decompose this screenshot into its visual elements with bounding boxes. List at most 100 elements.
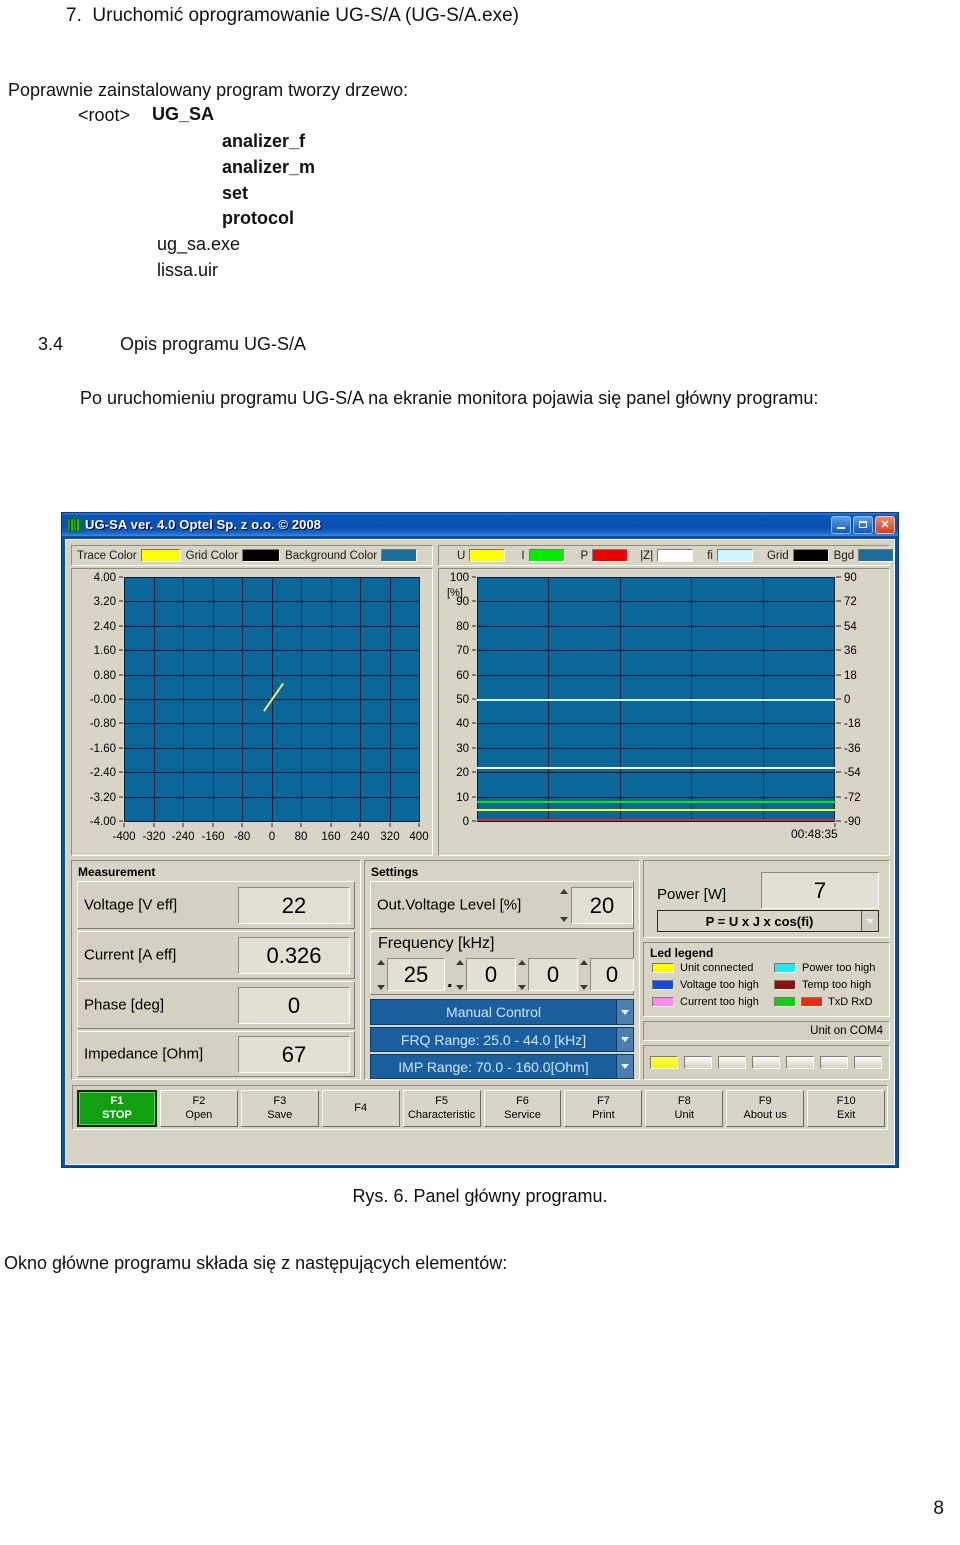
function-key-code: F5 — [435, 1094, 448, 1107]
background-color-label: Background Color — [285, 549, 378, 562]
function-key-f2[interactable]: F2 Open — [159, 1090, 238, 1127]
trace-color-swatch[interactable] — [140, 549, 181, 562]
frequency-digit2[interactable]: 0 — [466, 958, 516, 991]
frequency-digit1[interactable]: 25 — [387, 958, 445, 991]
svg-text:40: 40 — [456, 718, 469, 730]
led-voltage-too-high-label: Voltage too high — [680, 979, 759, 991]
measurement-row-current: Current [A eff] 0.326 — [77, 931, 355, 979]
led-temp-too-high-swatch — [774, 980, 796, 990]
function-key-f8[interactable]: F8 Unit — [645, 1090, 724, 1127]
window-client-area: Trace Color Grid Color Background Color … — [65, 539, 895, 1165]
gridline-horizontal — [477, 821, 835, 822]
status-bar-text: Unit on COM4 — [810, 1025, 883, 1037]
tree-child-protocol: protocol — [222, 208, 294, 228]
frequency-digit1-spinner[interactable] — [376, 960, 385, 990]
svg-text:-90: -90 — [844, 816, 861, 828]
svg-text:80: 80 — [456, 621, 469, 633]
chevron-down-icon[interactable] — [616, 1028, 633, 1051]
legend-z-label: |Z| — [640, 549, 654, 562]
legend-bgd-swatch[interactable] — [858, 549, 895, 562]
imp-range-dropdown[interactable]: IMP Range: 70.0 - 160.0[Ohm] — [370, 1054, 634, 1079]
section-paragraph: Po uruchomieniu programu UG-S/A na ekran… — [80, 388, 819, 408]
svg-text:-400: -400 — [112, 831, 135, 843]
led-legend-title: Led legend — [650, 946, 714, 960]
function-key-row: F1 STOP F2 Open F3 Save F4 F5 Characteristic F6 Se… — [77, 1090, 886, 1127]
title-bar[interactable]: UG-SA ver. 4.0 Optel Sp. z o.o. © 2008 ✕ — [62, 513, 898, 536]
function-key-f5[interactable]: F5 Characteristic — [402, 1090, 481, 1127]
timeline-trace-u — [477, 809, 835, 811]
function-key-f1[interactable]: F1 STOP — [77, 1090, 157, 1127]
measurement-row-voltage: Voltage [V eff] 22 — [77, 881, 355, 929]
led-legend-item-current-too-high: Current too high — [652, 996, 759, 1008]
svg-text:-54: -54 — [844, 767, 861, 779]
graph-color-toolbar: U I P |Z| fi Grid Bgd — [438, 545, 895, 566]
led-current-too-high-swatch — [652, 997, 674, 1007]
function-key-code: F2 — [192, 1094, 206, 1107]
legend-fi-swatch[interactable] — [716, 549, 753, 562]
led-indicator-strip — [643, 1045, 890, 1080]
legend-u-label: U — [457, 549, 466, 562]
led-txd-rxd-label: TxD RxD — [828, 996, 873, 1008]
svg-text:-1.60: -1.60 — [90, 743, 116, 755]
svg-text:0: 0 — [269, 831, 275, 843]
gridline-horizontal — [477, 577, 835, 578]
function-key-f6[interactable]: F6 Service — [483, 1090, 562, 1127]
frequency-digit3-spinner[interactable] — [517, 960, 526, 990]
svg-text:0: 0 — [844, 694, 850, 706]
function-key-name: Characteristic — [407, 1108, 476, 1121]
figure-caption: Rys. 6. Panel główny programu. — [352, 1186, 608, 1206]
svg-text:2.40: 2.40 — [94, 621, 116, 633]
frequency-digit2-spinner[interactable] — [455, 960, 464, 990]
tree-root-name: UG_SA — [152, 104, 215, 124]
led-legend-item-txd-rxd: TxD RxD — [774, 996, 873, 1008]
function-key-f3[interactable]: F3 Save — [240, 1090, 319, 1127]
tree-child-set: set — [222, 183, 249, 203]
power-label: Power [W] — [657, 886, 727, 903]
svg-text:72: 72 — [844, 596, 857, 608]
lissajous-plot-area[interactable] — [124, 577, 420, 822]
measurement-panel: Measurement Voltage [V eff] 22 Current [… — [71, 860, 361, 1080]
frequency-label: Frequency [kHz] — [378, 935, 495, 952]
function-key-f4[interactable]: F4 — [321, 1090, 400, 1127]
impedance-label: Impedance [Ohm] — [84, 1045, 204, 1063]
chevron-down-icon[interactable] — [616, 1000, 633, 1024]
function-key-bar: F1 STOP F2 Open F3 Save F4 F5 Characteristic F6 Se… — [72, 1085, 888, 1130]
timeline-trace-z — [477, 767, 835, 769]
tree-child-analizer-f: analizer_f — [222, 131, 306, 151]
grid-color-swatch[interactable] — [242, 549, 281, 562]
led-legend-item-temp-too-high: Temp too high — [774, 979, 871, 991]
legend-i-swatch[interactable] — [528, 549, 565, 562]
minimize-icon[interactable] — [831, 515, 851, 534]
timeline-plot-area[interactable] — [477, 577, 835, 822]
frequency-digit4-spinner[interactable] — [579, 960, 588, 990]
app-grid-icon — [67, 517, 81, 532]
legend-grid-swatch[interactable] — [792, 549, 829, 562]
frq-range-dropdown[interactable]: FRQ Range: 25.0 - 44.0 [kHz] — [370, 1027, 634, 1052]
close-icon[interactable]: ✕ — [875, 515, 895, 534]
legend-p-swatch[interactable] — [592, 549, 629, 562]
out-voltage-spinner[interactable] — [559, 889, 568, 922]
frequency-group: Frequency [kHz] 25 . 0 0 0 — [370, 931, 634, 995]
chevron-down-icon[interactable] — [861, 911, 878, 931]
frequency-digit4[interactable]: 0 — [590, 958, 634, 991]
function-key-f10[interactable]: F10 Exit — [807, 1090, 886, 1127]
maximize-icon[interactable] — [853, 515, 873, 534]
legend-u-swatch[interactable] — [469, 549, 506, 562]
mode-dropdown[interactable]: Manual Control — [370, 999, 634, 1025]
out-voltage-value[interactable]: 20 — [571, 887, 633, 924]
chevron-down-icon[interactable] — [616, 1055, 633, 1078]
background-color-swatch[interactable] — [381, 549, 418, 562]
phase-value: 0 — [238, 987, 350, 1024]
phase-label: Phase [deg] — [84, 996, 165, 1014]
function-key-code: F3 — [273, 1094, 287, 1107]
svg-text:0.80: 0.80 — [94, 670, 116, 682]
svg-text:50: 50 — [456, 694, 469, 706]
window-title: UG-SA ver. 4.0 Optel Sp. z o.o. © 2008 — [85, 517, 322, 532]
legend-z-swatch[interactable] — [657, 549, 694, 562]
frequency-digit3[interactable]: 0 — [528, 958, 578, 991]
function-key-f7[interactable]: F7 Print — [564, 1090, 643, 1127]
led-temp-too-high-label: Temp too high — [802, 979, 872, 991]
function-key-f9[interactable]: F9 About us — [726, 1090, 805, 1127]
power-formula-dropdown[interactable]: P = U x J x cos(fi) — [657, 910, 879, 932]
svg-text:-4.00: -4.00 — [90, 816, 116, 828]
